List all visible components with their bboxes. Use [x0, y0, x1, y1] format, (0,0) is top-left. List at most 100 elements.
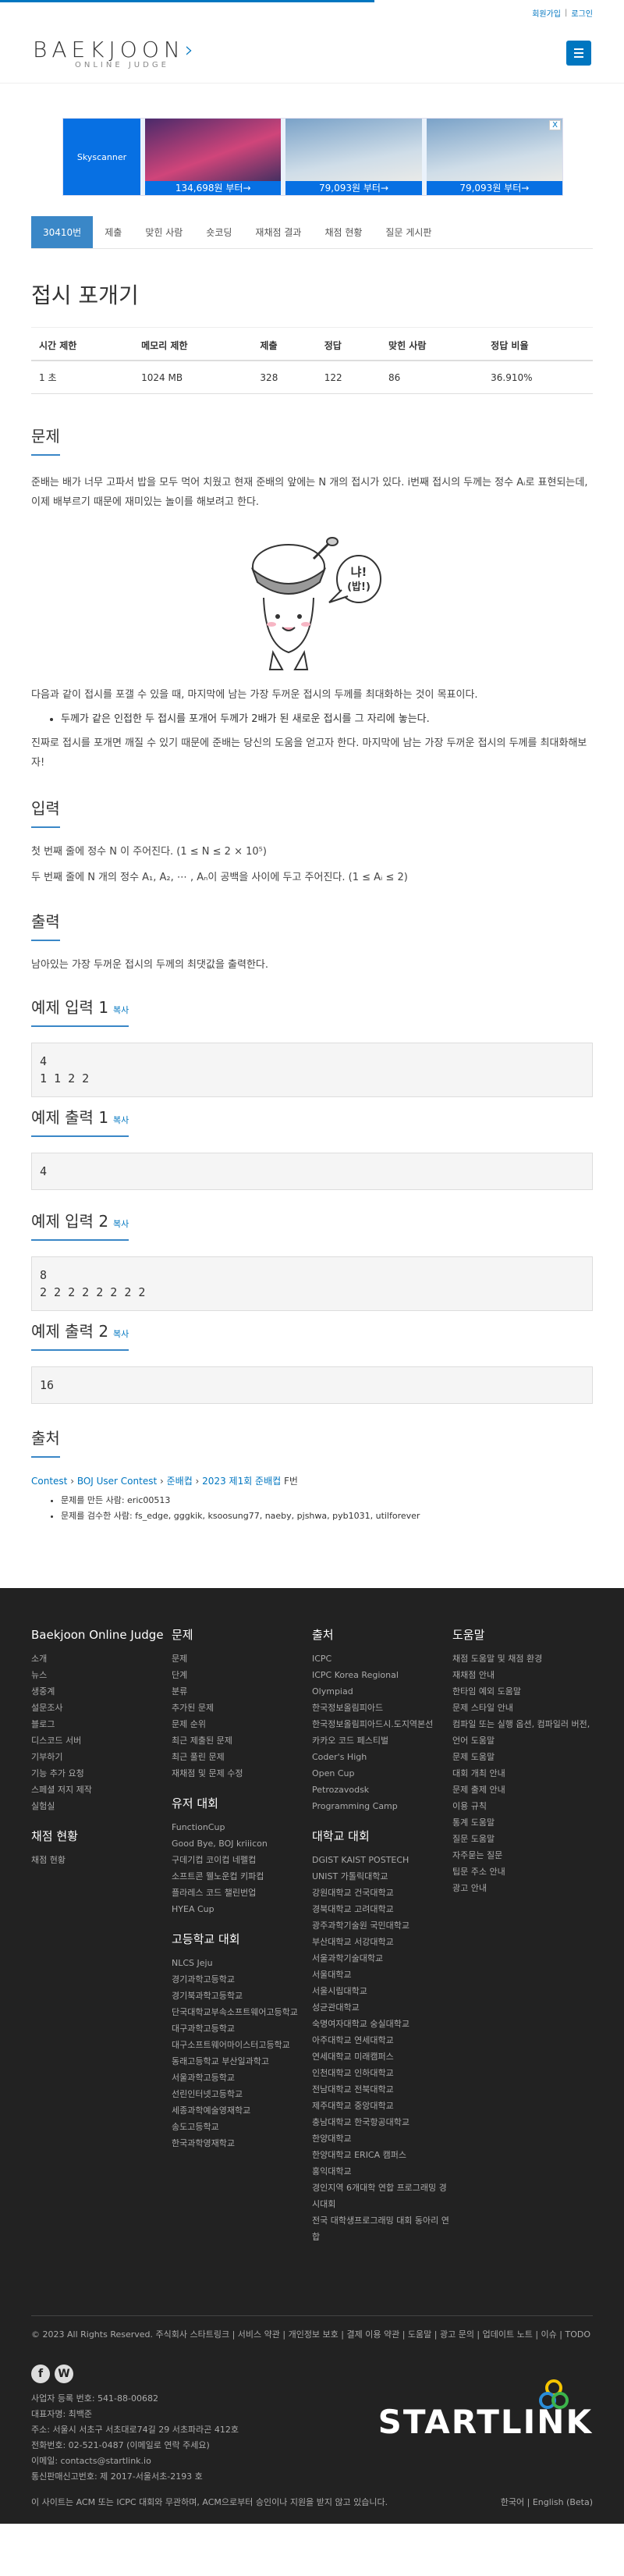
site-logo[interactable]: BAEKJOON› ONLINE JUDGE — [33, 37, 198, 69]
footer-link[interactable]: 재채점 안내 — [452, 1667, 593, 1683]
footer-link[interactable]: Programming Camp — [312, 1798, 452, 1814]
footer-link[interactable]: 단계 — [172, 1667, 312, 1683]
footer-link[interactable]: 구데기컵 코이컵 네펠컵 — [172, 1852, 312, 1868]
footer-link[interactable]: Olympiad — [312, 1683, 452, 1700]
footer-link[interactable]: 한양대학교 ERICA 캠퍼스 — [312, 2147, 452, 2163]
signup-link[interactable]: 회원가입 — [532, 7, 561, 19]
tab-shortcoding[interactable]: 숏코딩 — [194, 216, 243, 248]
footer-link[interactable]: 설문조사 — [31, 1700, 172, 1716]
tab-board[interactable]: 질문 게시판 — [374, 216, 443, 248]
footer-link[interactable]: 블로그 — [31, 1716, 172, 1732]
footer-link[interactable]: 제주대학교 중앙대학교 — [312, 2098, 452, 2114]
tab-problem[interactable]: 30410번 — [31, 216, 94, 248]
footer-link[interactable]: 한국정보올림피아드 — [312, 1700, 452, 1716]
footer-link[interactable]: 선린인터넷고등학교 — [172, 2086, 312, 2102]
footer-link[interactable]: 한국정보올림피아드시.도지역본선 — [312, 1716, 452, 1732]
advertisement-banner[interactable]: Skyscanner 134,698원 부터→ 79,093원 부터→ 79,0… — [62, 118, 563, 196]
copy-button[interactable]: 복사 — [113, 1329, 129, 1339]
source-link-boj-user-contest[interactable]: BOJ User Contest — [77, 1476, 157, 1487]
footer-link[interactable]: ICPC — [312, 1650, 452, 1667]
footer-link[interactable]: 한국과학영재학교 — [172, 2135, 312, 2151]
footer-link[interactable]: 카카오 코드 페스티벌 — [312, 1732, 452, 1749]
footer-link[interactable]: 문제 스타일 안내 — [452, 1700, 593, 1716]
footer-link[interactable]: 소프트콘 웰노운컵 키파컵 — [172, 1868, 312, 1885]
footer-link[interactable]: 세종과학예술영재학교 — [172, 2102, 312, 2119]
footer-link[interactable]: 디스코드 서버 — [31, 1732, 172, 1749]
source-link-contest[interactable]: Contest — [31, 1476, 67, 1487]
footer-link[interactable]: 이용 규칙 — [452, 1798, 593, 1814]
footer-link[interactable]: 광주과학기술원 국민대학교 — [312, 1917, 452, 1934]
footer-bottom-links[interactable]: © 2023 All Rights Reserved. 주식회사 스타트링크 |… — [31, 2315, 593, 2343]
login-link[interactable]: 로그인 — [571, 7, 593, 19]
footer-link[interactable]: 스페셜 저지 제작 — [31, 1782, 172, 1798]
footer-link[interactable]: 최근 제출된 문제 — [172, 1732, 312, 1749]
footer-link[interactable]: 질문 도움말 — [452, 1831, 593, 1847]
footer-link[interactable]: 추가된 문제 — [172, 1700, 312, 1716]
wordpress-icon[interactable]: W — [55, 2365, 73, 2383]
footer-link[interactable]: 컴파일 또는 실행 옵션, 컴파일러 버전, 언어 도움말 — [452, 1716, 593, 1749]
menu-toggle-button[interactable] — [566, 40, 591, 66]
footer-link[interactable]: 경북대학교 고려대학교 — [312, 1901, 452, 1917]
footer-link[interactable]: 한타임 예외 도움말 — [452, 1683, 593, 1700]
footer-link[interactable]: 대구소프트웨어마이스터고등학교 — [172, 2037, 312, 2053]
footer-link[interactable]: 채점 도움말 및 채점 환경 — [452, 1650, 593, 1667]
footer-link[interactable]: 경기과학고등학교 — [172, 1971, 312, 1988]
footer-link[interactable]: 대회 개최 안내 — [452, 1765, 593, 1782]
footer-link[interactable]: 최근 풀린 문제 — [172, 1749, 312, 1765]
footer-link[interactable]: UNIST 가톨릭대학교 — [312, 1868, 452, 1885]
tab-status[interactable]: 채점 현황 — [313, 216, 374, 248]
footer-link[interactable]: 서울시립대학교 — [312, 1983, 452, 1999]
ad-close-icon[interactable]: X — [549, 120, 561, 130]
footer-link[interactable]: 전국 대학생프로그래밍 대회 동아리 연합 — [312, 2212, 452, 2245]
footer-link[interactable]: 대구과학고등학교 — [172, 2020, 312, 2037]
footer-link[interactable]: 한양대학교 — [312, 2130, 452, 2147]
footer-link[interactable]: 팁문 주소 안내 — [452, 1864, 593, 1880]
footer-link[interactable]: 생중계 — [31, 1683, 172, 1700]
copy-button[interactable]: 복사 — [113, 1219, 129, 1229]
footer-link[interactable]: 아주대학교 연세대학교 — [312, 2032, 452, 2048]
source-link-junbae-cup[interactable]: 준배컵 — [167, 1476, 193, 1487]
footer-link[interactable]: 소개 — [31, 1650, 172, 1667]
footer-link[interactable]: 연세대학교 미래캠퍼스 — [312, 2048, 452, 2065]
footer-link[interactable]: 통계 도움말 — [452, 1814, 593, 1831]
footer-link[interactable]: 재채점 및 문제 수정 — [172, 1765, 312, 1782]
footer-link[interactable]: 인천대학교 인하대학교 — [312, 2065, 452, 2081]
footer-link[interactable]: Petrozavodsk — [312, 1782, 452, 1798]
copy-button[interactable]: 복사 — [113, 1005, 129, 1015]
sample-input-2[interactable]: 8 2 2 2 2 2 2 2 2 — [31, 1256, 593, 1311]
footer-link[interactable]: Coder's High — [312, 1749, 452, 1765]
tab-submit[interactable]: 제출 — [93, 216, 133, 248]
footer-link[interactable]: ICPC Korea Regional — [312, 1667, 452, 1683]
footer-link[interactable]: DGIST KAIST POSTECH — [312, 1852, 452, 1868]
footer-link[interactable]: 단국대학교부속소프트웨어고등학교 — [172, 2004, 312, 2020]
footer-link[interactable]: 서울과학고등학교 — [172, 2070, 312, 2086]
footer-link[interactable]: 광고 안내 — [452, 1880, 593, 1896]
footer-link[interactable]: Good Bye, BOJ kriiicon — [172, 1835, 312, 1852]
ad-card-1[interactable]: 134,698원 부터→ — [145, 119, 282, 195]
footer-link[interactable]: Open Cup — [312, 1765, 452, 1782]
ad-card-2[interactable]: 79,093원 부터→ — [285, 119, 422, 195]
footer-link[interactable]: 강원대학교 건국대학교 — [312, 1885, 452, 1901]
footer-link[interactable]: 서울과학기술대학교 — [312, 1950, 452, 1967]
sample-output-1[interactable]: 4 — [31, 1153, 593, 1190]
footer-link[interactable]: 기부하기 — [31, 1749, 172, 1765]
footer-link[interactable]: 실험실 — [31, 1798, 172, 1814]
footer-link[interactable]: 숙명여자대학교 숭실대학교 — [312, 2016, 452, 2032]
footer-link[interactable]: 플라레스 코드 챌린번업 — [172, 1885, 312, 1901]
footer-link[interactable]: 홍익대학교 — [312, 2163, 452, 2180]
footer-link[interactable]: 성균관대학교 — [312, 1999, 452, 2016]
footer-link[interactable]: 자주묻는 질문 — [452, 1847, 593, 1864]
footer-link[interactable]: 채점 현황 — [31, 1852, 172, 1868]
footer-link[interactable]: 기능 추가 요청 — [31, 1765, 172, 1782]
footer-link[interactable]: 전남대학교 전북대학교 — [312, 2081, 452, 2098]
footer-link[interactable]: 경인지역 6개대학 연합 프로그래밍 경시대회 — [312, 2180, 452, 2212]
footer-link[interactable]: 문제 — [172, 1650, 312, 1667]
footer-link[interactable]: 동래고등학교 부산일과학고 — [172, 2053, 312, 2070]
facebook-icon[interactable]: f — [31, 2365, 50, 2383]
footer-link[interactable]: 충남대학교 한국항공대학교 — [312, 2114, 452, 2130]
footer-link[interactable]: 분류 — [172, 1683, 312, 1700]
footer-link[interactable]: HYEA Cup — [172, 1901, 312, 1917]
ad-card-3[interactable]: 79,093원 부터→ — [426, 119, 562, 195]
sample-output-2[interactable]: 16 — [31, 1366, 593, 1404]
footer-link[interactable]: 문제 도움말 — [452, 1749, 593, 1765]
